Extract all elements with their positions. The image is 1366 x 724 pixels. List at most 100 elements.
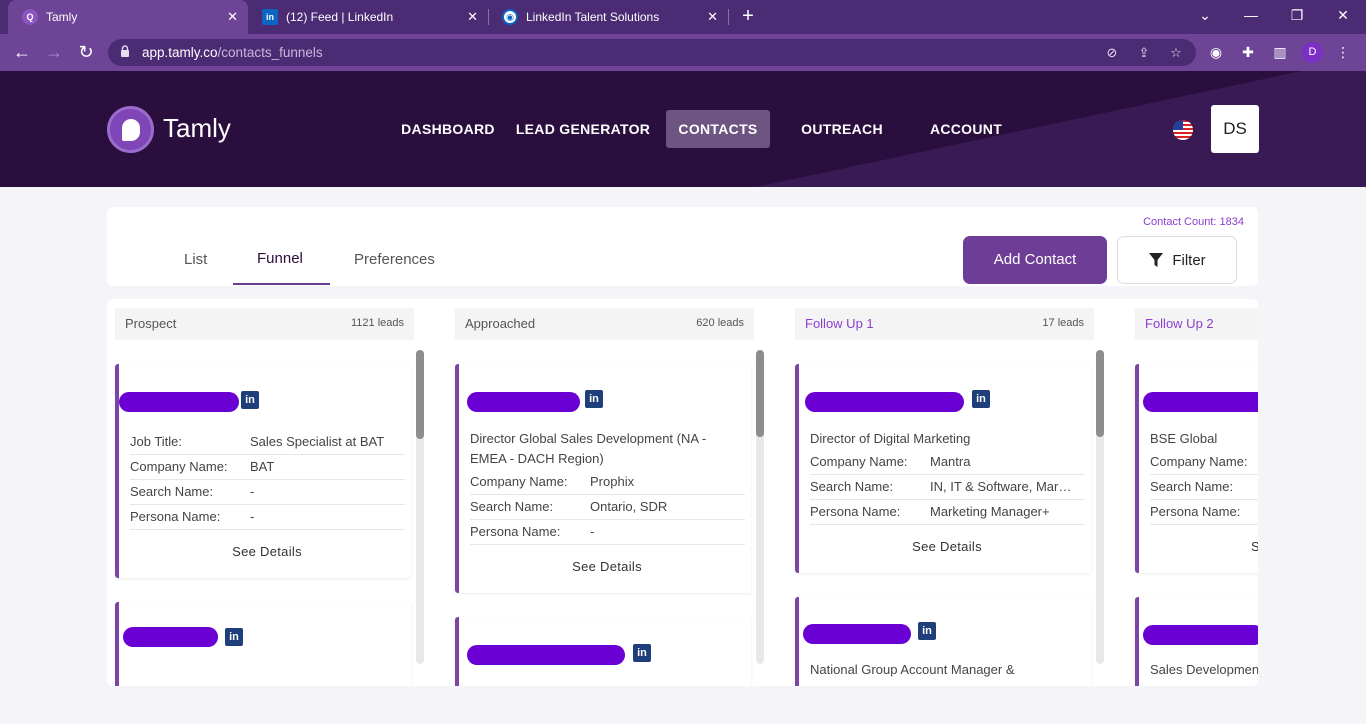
us-flag-icon[interactable] bbox=[1173, 120, 1193, 140]
see-details-link[interactable]: S bbox=[1251, 539, 1258, 554]
contacts-toolbar: Contact Count: 1834 List Funnel Preferen… bbox=[107, 207, 1258, 286]
browser-tabbar: Q Tamly ✕ in (12) Feed | LinkedIn ✕ ◉ Li… bbox=[0, 0, 1366, 34]
nav-outreach[interactable]: OUTREACH bbox=[796, 110, 888, 148]
redacted-contact-name bbox=[119, 392, 239, 412]
column-lead-count: 620 leads bbox=[696, 317, 744, 329]
see-details-link[interactable]: See Details bbox=[119, 544, 411, 559]
contact-card[interactable]: in Director Global Sales Development (NA… bbox=[455, 364, 751, 593]
reload-icon[interactable]: ↻ bbox=[76, 42, 96, 62]
browser-tab-linkedin-talent[interactable]: ◉ LinkedIn Talent Solutions ✕ bbox=[488, 0, 728, 34]
funnel-board: Prospect 1121 leads in Job Title: Sales … bbox=[107, 299, 1258, 686]
contact-card[interactable]: BSE Global Company Name: Search Name: Pe… bbox=[1135, 364, 1258, 573]
back-icon[interactable]: ← bbox=[12, 42, 32, 62]
column-scrollbar[interactable] bbox=[416, 350, 424, 664]
column-header-follow-up-1: Follow Up 1 17 leads bbox=[795, 308, 1094, 340]
tamly-favicon-icon: Q bbox=[22, 9, 38, 25]
persona-row: Persona Name: bbox=[1150, 500, 1258, 525]
user-avatar[interactable]: DS bbox=[1211, 105, 1259, 153]
job-title: BSE Global bbox=[1150, 431, 1218, 446]
redacted-contact-name bbox=[123, 627, 218, 647]
column-scrollbar[interactable] bbox=[756, 350, 764, 664]
redacted-contact-name bbox=[1143, 392, 1258, 412]
tamly-extension-icon[interactable]: ◉ bbox=[1207, 43, 1225, 61]
nav-contacts[interactable]: CONTACTS bbox=[666, 110, 770, 148]
company-row: Company Name: Prophix bbox=[470, 470, 745, 495]
contact-card[interactable]: in bbox=[455, 617, 751, 686]
column-name: Follow Up 2 bbox=[1145, 316, 1214, 331]
nav-dashboard[interactable]: DASHBOARD bbox=[398, 110, 498, 148]
linkedin-icon[interactable]: in bbox=[225, 628, 243, 646]
search-row: Search Name: - bbox=[130, 480, 405, 505]
close-window-icon[interactable]: ✕ bbox=[1333, 7, 1353, 24]
close-tab-icon[interactable]: ✕ bbox=[707, 9, 718, 25]
linkedin-icon[interactable]: in bbox=[972, 390, 990, 408]
url-bar[interactable]: app.tamly.co/contacts_funnels ⊘ ⇪ ☆ bbox=[108, 39, 1196, 66]
extensions-puzzle-icon[interactable]: ✚ bbox=[1239, 43, 1257, 61]
url-text: app.tamly.co/contacts_funnels bbox=[142, 45, 323, 60]
column-header-approached: Approached 620 leads bbox=[455, 308, 754, 340]
company-row: Company Name: bbox=[1150, 450, 1258, 475]
column-name: Prospect bbox=[125, 316, 177, 331]
minimize-icon[interactable]: — bbox=[1241, 7, 1261, 23]
redacted-contact-name bbox=[467, 392, 580, 412]
contact-card[interactable]: in bbox=[115, 602, 411, 686]
job-title: Sales Development bbox=[1150, 662, 1258, 677]
browser-tab-linkedin-feed[interactable]: in (12) Feed | LinkedIn ✕ bbox=[248, 0, 488, 34]
tab-funnel[interactable]: Funnel bbox=[257, 250, 303, 267]
restore-icon[interactable]: ❐ bbox=[1287, 7, 1307, 24]
forward-icon[interactable]: → bbox=[44, 42, 64, 62]
eye-off-icon[interactable]: ⊘ bbox=[1104, 45, 1120, 61]
tab-title: Tamly bbox=[46, 10, 78, 24]
see-details-link[interactable]: See Details bbox=[459, 559, 751, 574]
contact-card[interactable]: Sales Development bbox=[1135, 597, 1258, 686]
company-row: Company Name: BAT bbox=[130, 455, 405, 480]
contact-count: Contact Count: 1834 bbox=[1143, 216, 1244, 228]
browser-tab-tamly[interactable]: Q Tamly ✕ bbox=[8, 0, 248, 34]
contact-card[interactable]: in Director of Digital Marketing Company… bbox=[795, 364, 1091, 573]
linkedin-icon[interactable]: in bbox=[633, 644, 651, 662]
tab-preferences[interactable]: Preferences bbox=[354, 251, 435, 268]
column-header-follow-up-2: Follow Up 2 bbox=[1135, 308, 1258, 340]
tab-list[interactable]: List bbox=[184, 251, 207, 268]
active-tab-indicator bbox=[233, 283, 330, 285]
profile-avatar[interactable]: D bbox=[1302, 42, 1323, 63]
filter-label: Filter bbox=[1172, 251, 1206, 269]
job-title-row: Job Title: Sales Specialist at BAT bbox=[130, 430, 405, 455]
tab-title: LinkedIn Talent Solutions bbox=[526, 10, 660, 24]
linkedin-icon[interactable]: in bbox=[585, 390, 603, 408]
job-title: EMEA - DACH Region) bbox=[470, 451, 604, 466]
side-panel-icon[interactable]: ▥ bbox=[1271, 43, 1289, 61]
persona-row: Persona Name: - bbox=[130, 505, 405, 530]
close-tab-icon[interactable]: ✕ bbox=[467, 9, 478, 25]
bookmark-star-icon[interactable]: ☆ bbox=[1168, 45, 1184, 61]
close-tab-icon[interactable]: ✕ bbox=[227, 9, 238, 25]
tab-title: (12) Feed | LinkedIn bbox=[286, 10, 394, 24]
linkedin-icon[interactable]: in bbox=[918, 622, 936, 640]
search-row: Search Name: bbox=[1150, 475, 1258, 500]
redacted-contact-name bbox=[467, 645, 625, 665]
linkedin-favicon-icon: in bbox=[262, 9, 278, 25]
column-scrollbar[interactable] bbox=[1096, 350, 1104, 664]
tamly-logo-icon[interactable] bbox=[107, 106, 154, 153]
nav-lead-generator[interactable]: LEAD GENERATOR bbox=[515, 110, 651, 148]
job-title: National Group Account Manager & bbox=[810, 662, 1015, 677]
new-tab-button[interactable]: + bbox=[738, 5, 758, 27]
filter-button[interactable]: Filter bbox=[1117, 236, 1237, 284]
brand-name[interactable]: Tamly bbox=[163, 113, 231, 144]
contact-card[interactable]: in Job Title: Sales Specialist at BAT Co… bbox=[115, 364, 411, 578]
address-toolbar: ← → ↻ app.tamly.co/contacts_funnels ⊘ ⇪ … bbox=[0, 34, 1366, 71]
redacted-contact-name bbox=[803, 624, 911, 644]
company-row: Company Name: Mantra bbox=[810, 450, 1085, 475]
linkedin-icon[interactable]: in bbox=[241, 391, 259, 409]
talent-favicon-icon: ◉ bbox=[502, 9, 518, 25]
nav-account[interactable]: ACCOUNT bbox=[924, 110, 1008, 148]
column-lead-count: 1121 leads bbox=[350, 317, 404, 329]
search-row: Search Name: IN, IT & Software, Marketin… bbox=[810, 475, 1085, 500]
menu-kebab-icon[interactable]: ⋮ bbox=[1334, 43, 1352, 61]
tab-search-icon[interactable]: ⌄ bbox=[1195, 7, 1215, 24]
share-icon[interactable]: ⇪ bbox=[1136, 45, 1152, 61]
add-contact-button[interactable]: Add Contact bbox=[963, 236, 1107, 284]
redacted-contact-name bbox=[1143, 625, 1258, 645]
see-details-link[interactable]: See Details bbox=[799, 539, 1091, 554]
contact-card[interactable]: in National Group Account Manager & bbox=[795, 597, 1091, 686]
